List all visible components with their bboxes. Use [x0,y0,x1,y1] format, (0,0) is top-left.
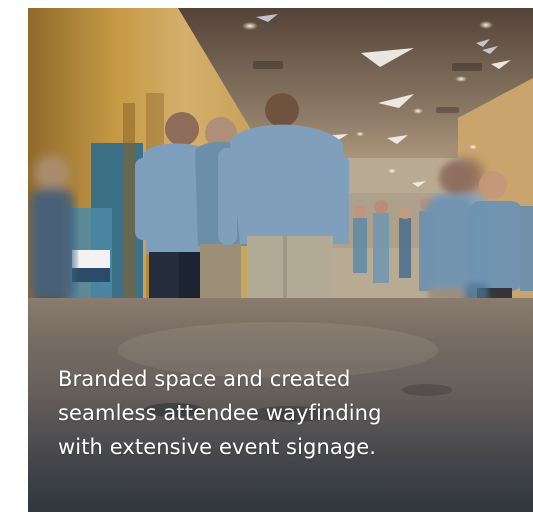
caption-line-1: Branded space and created [58,367,351,391]
caption-line-2: seamless attendee wayfinding [58,401,382,425]
caption-line-3: with extensive event signage. [58,435,377,459]
page: Branded space and created seamless atten… [0,0,533,512]
caption-text-block: Branded space and created seamless atten… [58,362,458,464]
